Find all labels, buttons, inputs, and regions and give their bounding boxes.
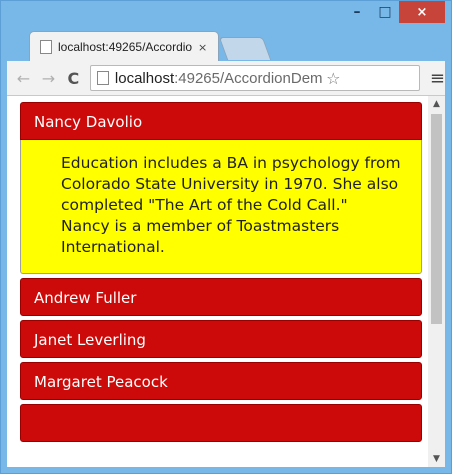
reload-icon[interactable]: C [65,69,82,88]
new-tab-button[interactable] [218,37,272,60]
accordion-header-andrew-fuller[interactable]: Andrew Fuller [20,278,422,316]
menu-icon[interactable]: ≡ [430,68,445,89]
address-host: localhost [114,69,175,87]
window-controls: – □ × [343,1,445,25]
browser-tab[interactable]: localhost:49265/Accordion × [29,31,219,62]
address-bar[interactable]: localhost :49265/AccordionDemo.a ☆ [89,65,420,91]
bookmark-star-icon[interactable]: ☆ [326,69,340,88]
accordion-panel-nancy-davolio: Education includes a BA in psychology fr… [20,140,422,274]
address-path: :49265/AccordionDemo.a [174,69,323,87]
page-info-icon [96,71,109,85]
accordion: Nancy Davolio Education includes a BA in… [20,102,422,446]
browser-toolbar: ← → C localhost :49265/AccordionDemo.a ☆… [7,61,445,96]
close-window-button[interactable]: × [399,1,445,23]
tab-close-icon[interactable]: × [198,41,207,54]
accordion-header-margaret-peacock[interactable]: Margaret Peacock [20,362,422,400]
minimize-button[interactable]: – [343,1,371,23]
scroll-thumb[interactable] [431,114,442,324]
accordion-header-janet-leverling[interactable]: Janet Leverling [20,320,422,358]
vertical-scrollbar[interactable]: ▲ ▼ [428,96,445,467]
maximize-button[interactable]: □ [371,1,399,23]
accordion-header-nancy-davolio[interactable]: Nancy Davolio [20,102,422,140]
accordion-header-next[interactable] [20,404,422,442]
scroll-down-icon[interactable]: ▼ [428,451,445,467]
page-viewport: Nancy Davolio Education includes a BA in… [7,96,445,467]
page-icon [40,40,52,54]
tab-title: localhost:49265/Accordion [58,40,192,54]
browser-window: – □ × localhost:49265/Accordion × ← → C … [0,0,452,474]
scroll-up-icon[interactable]: ▲ [428,96,445,112]
back-icon[interactable]: ← [15,69,32,88]
forward-icon[interactable]: → [40,69,57,88]
